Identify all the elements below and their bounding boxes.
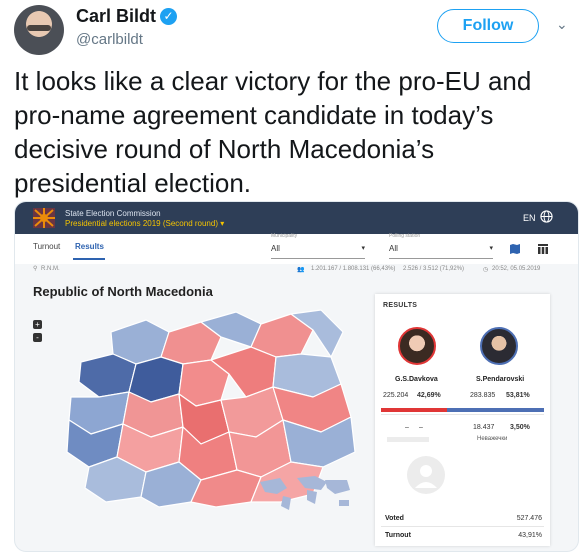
voters-stat: 1.201.167 / 1.808.131 (66,43%) <box>311 266 396 272</box>
placeholder-bar <box>387 437 429 442</box>
commission-logo-icon <box>33 208 55 228</box>
caret-down-icon: ▾ <box>361 245 365 252</box>
author-avatar[interactable] <box>14 5 64 55</box>
municipality-label: Municipality <box>271 233 298 239</box>
location-pin-icon: ⚲ <box>33 266 38 272</box>
candidate-percent-pendarovski: 53,81% <box>506 392 530 399</box>
vote-bar-pendarovski <box>447 408 544 412</box>
election-selector[interactable]: Presidential elections 2019 (Second roun… <box>65 219 224 228</box>
turnout-value: 43,91% <box>518 532 542 539</box>
update-time: 20:52, 05.05.2019 <box>492 266 541 272</box>
polling-station-value: All <box>389 244 398 253</box>
location-label: R.N.M. <box>41 266 60 272</box>
candidate-name-davkova: G.S.Davkova <box>395 376 438 383</box>
zoom-out-button[interactable]: - <box>33 333 42 342</box>
candidate-photo-pendarovski <box>480 327 518 365</box>
candidate-votes-pendarovski: 283.835 <box>470 392 496 399</box>
table-view-icon[interactable] <box>537 243 549 255</box>
divider <box>381 414 544 415</box>
divider <box>381 526 544 527</box>
author-name[interactable]: Carl Bildt <box>76 6 156 27</box>
candidate-name-pendarovski: S.Pendarovski <box>476 376 525 383</box>
commission-name: State Election Commission <box>65 209 161 218</box>
tab-turnout[interactable]: Turnout <box>33 242 60 251</box>
tweet-image[interactable]: State Election Commission Presidential e… <box>14 201 579 552</box>
turnout-label: Turnout <box>385 532 411 539</box>
polling-station-label: Polling station <box>389 233 421 239</box>
active-tab-indicator <box>73 258 105 260</box>
tab-results[interactable]: Results <box>75 242 104 251</box>
voters-icon: 👥 <box>297 267 305 273</box>
municipality-value: All <box>271 244 280 253</box>
language-selector[interactable]: EN <box>523 213 536 223</box>
candidate-votes-davkova: 225.204 <box>383 392 409 399</box>
map-region <box>78 353 137 398</box>
municipality-select[interactable]: All ▾ <box>271 244 365 259</box>
polling-station-select[interactable]: All ▾ <box>389 244 493 259</box>
candidate-percent-davkova: 42,69% <box>417 392 441 399</box>
tweet-text: It looks like a clear victory for the pr… <box>14 66 532 198</box>
stations-stat: 2.526 / 3.512 (71,92%) <box>403 266 465 272</box>
chevron-down-icon[interactable]: ⌄ <box>556 16 568 33</box>
site-header: State Election Commission Presidential e… <box>15 202 578 234</box>
invalid-dash-2: – <box>419 424 423 431</box>
clock-icon: ◷ <box>483 267 489 273</box>
results-card: RESULTS G.S.Davkova S.Pendarovski 225.20… <box>375 294 550 546</box>
voted-value: 527.476 <box>516 515 542 522</box>
zoom-in-button[interactable]: + <box>33 320 42 329</box>
user-placeholder-icon <box>407 456 445 494</box>
map-view-icon[interactable] <box>509 243 521 255</box>
invalid-percent: 3,50% <box>510 424 530 431</box>
world-map-icon <box>260 476 350 510</box>
map-title: Republic of North Macedonia <box>33 284 213 299</box>
candidate-photo-davkova <box>398 327 436 365</box>
follow-button[interactable]: Follow <box>437 9 539 43</box>
voted-label: Voted <box>385 515 404 522</box>
results-title: RESULTS <box>383 302 418 309</box>
verified-badge-icon: ✓ <box>160 8 177 25</box>
invalid-votes: 18.437 <box>473 424 495 431</box>
author-handle[interactable]: @carlbildt <box>76 31 143 48</box>
invalid-dash-1: – <box>405 424 409 431</box>
globe-icon[interactable] <box>540 210 553 223</box>
caret-down-icon: ▾ <box>489 245 493 252</box>
invalid-label: Неважечки <box>477 436 508 442</box>
vote-bar-davkova <box>381 408 447 412</box>
